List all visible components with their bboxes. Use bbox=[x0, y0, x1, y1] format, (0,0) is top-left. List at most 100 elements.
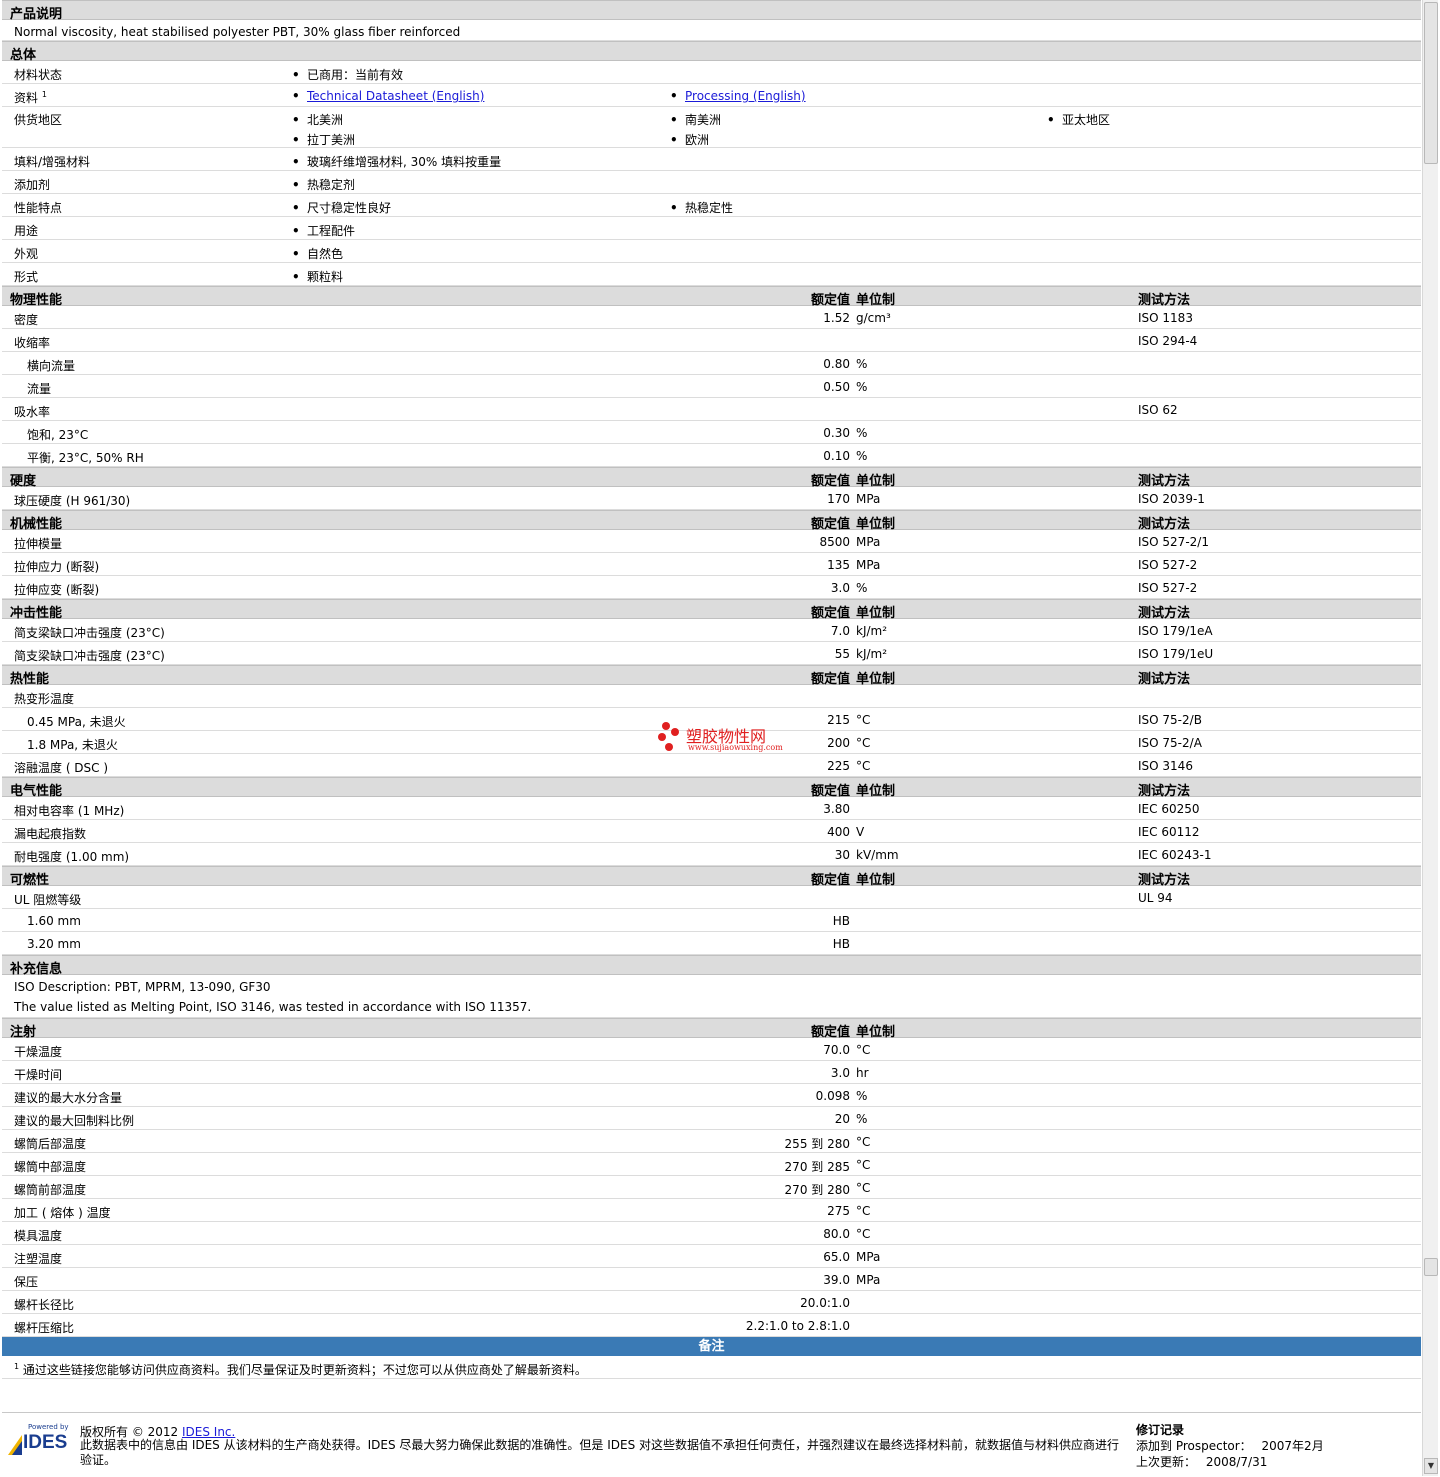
property-value: 3.0 bbox=[830, 581, 850, 595]
watermark-url: www.sujiaowuxing.com bbox=[688, 743, 783, 752]
watermark: 塑胶物性网 www.sujiaowuxing.com bbox=[656, 720, 796, 756]
processing-link[interactable]: Processing (English) bbox=[685, 89, 806, 103]
section-supplementary: 补充信息 bbox=[2, 955, 1421, 977]
ides-logo[interactable]: Powered by IDES bbox=[8, 1423, 72, 1463]
row-label: 资料 1 bbox=[14, 89, 47, 106]
features-row: 性能特点 尺寸稳定性良好 热稳定性 bbox=[2, 194, 1421, 217]
test-method: ISO 527-2 bbox=[1138, 558, 1198, 572]
property-row: 密度 1.52 g/cm³ ISO 1183 bbox=[2, 306, 1421, 329]
property-value: 0.098 bbox=[815, 1089, 850, 1103]
property-unit: MPa bbox=[856, 1250, 881, 1264]
property-value: 3.0 bbox=[830, 1066, 850, 1080]
scroll-down-arrow-icon[interactable]: ▼ bbox=[1424, 1458, 1438, 1474]
property-value: 400 bbox=[827, 825, 850, 839]
property-row: 注塑温度 65.0 MPa bbox=[2, 1245, 1421, 1268]
property-row: 球压硬度 (H 961/30) 170 MPa ISO 2039-1 bbox=[2, 487, 1421, 510]
property-unit: MPa bbox=[856, 492, 881, 506]
property-label: 简支梁缺口冲击强度 (23°C) bbox=[14, 649, 165, 663]
property-unit: kJ/m² bbox=[856, 647, 888, 661]
logo-text: IDES bbox=[23, 1432, 68, 1453]
property-row: 耐电强度 (1.00 mm) 30 kV/mm IEC 60243-1 bbox=[2, 843, 1421, 866]
row-label: 供货地区 bbox=[14, 113, 63, 127]
property-label: 吸水率 bbox=[14, 405, 51, 419]
test-method: IEC 60250 bbox=[1138, 802, 1200, 816]
test-method: ISO 3146 bbox=[1138, 759, 1193, 773]
scroll-thumb-lower[interactable] bbox=[1424, 1258, 1438, 1276]
property-label: 1.60 mm bbox=[27, 914, 81, 928]
feature-item: 尺寸稳定性良好 bbox=[292, 199, 391, 216]
docs-row: 资料 1 Technical Datasheet (English) Proce… bbox=[2, 84, 1421, 107]
test-method: ISO 294-4 bbox=[1138, 334, 1198, 348]
disclaimer: 此数据表中的信息由 IDES 从该材料的生产商处获得。IDES 尽最大努力确保此… bbox=[80, 1438, 1120, 1467]
property-value: 275 bbox=[827, 1204, 850, 1218]
property-label: 热变形温度 bbox=[14, 692, 75, 706]
property-row: 建议的最大水分含量 0.098% bbox=[2, 1084, 1421, 1107]
property-label: 拉伸应力 (断裂) bbox=[14, 560, 100, 574]
property-label: 螺筒前部温度 bbox=[14, 1183, 87, 1197]
property-value: 20 bbox=[834, 1112, 850, 1126]
property-label: 密度 bbox=[14, 313, 39, 327]
property-label: 0.45 MPa, 未退火 bbox=[27, 715, 126, 729]
section-general: 总体 bbox=[2, 41, 1421, 63]
property-label: 建议的最大回制料比例 bbox=[14, 1114, 135, 1128]
property-value: 30 bbox=[834, 848, 850, 862]
doc-item-processing: Processing (English) bbox=[670, 89, 806, 103]
row-label: 外观 bbox=[14, 247, 39, 261]
property-value: 0.50 bbox=[823, 380, 850, 394]
test-method: IEC 60243-1 bbox=[1138, 848, 1212, 862]
form-value: 颗粒料 bbox=[292, 268, 343, 285]
property-value: 0.30 bbox=[823, 426, 850, 440]
property-row: 横向流量 0.80% bbox=[2, 352, 1421, 375]
logo-powered-by: Powered by bbox=[28, 1423, 69, 1431]
row-label: 形式 bbox=[14, 270, 39, 284]
datasheet: 产品说明 Normal viscosity, heat stabilised p… bbox=[2, 0, 1421, 1379]
logo-triangle-icon bbox=[8, 1435, 22, 1455]
property-label: 拉伸应变 (断裂) bbox=[14, 583, 100, 597]
property-unit: MPa bbox=[856, 558, 881, 572]
section-flammability: 可燃性 额定值 单位制 测试方法 bbox=[2, 866, 1421, 888]
property-value: 255 到 280 bbox=[784, 1137, 850, 1151]
supplementary-info: ISO Description: PBT, MPRM, 13-090, GF30… bbox=[2, 975, 1421, 1018]
section-physical: 物理性能 额定值 单位制 测试方法 bbox=[2, 286, 1421, 308]
appearance-row: 外观 自然色 bbox=[2, 240, 1421, 263]
property-unit: % bbox=[856, 1089, 868, 1103]
property-row: 螺筒后部温度 255 到 280 °C bbox=[2, 1130, 1421, 1153]
footnote-marker: 1 bbox=[41, 90, 47, 99]
property-row: 流量 0.50% bbox=[2, 375, 1421, 398]
revision-added: 添加到 Prospector： 2007年2月 bbox=[1136, 1437, 1324, 1454]
property-label: 漏电起痕指数 bbox=[14, 827, 87, 841]
property-value: 1.52 bbox=[823, 311, 850, 325]
property-row: 干燥时间 3.0 hr bbox=[2, 1061, 1421, 1084]
uses-row: 用途 工程配件 bbox=[2, 217, 1421, 240]
property-row: 螺杆长径比 20.0:1.0 bbox=[2, 1291, 1421, 1314]
vertical-scrollbar[interactable]: ▼ bbox=[1422, 0, 1438, 1476]
property-unit: °C bbox=[856, 713, 871, 727]
property-value: 200 bbox=[827, 736, 850, 750]
revision-updated: 上次更新： 2008/7/31 bbox=[1136, 1453, 1267, 1470]
uses-value: 工程配件 bbox=[292, 222, 355, 239]
region-item: 北美洲 bbox=[292, 111, 343, 128]
property-unit: °C bbox=[856, 1227, 871, 1241]
property-label: 流量 bbox=[27, 382, 52, 396]
property-row: 吸水率 ISO 62 bbox=[2, 398, 1421, 421]
updated-date: 2008/7/31 bbox=[1205, 1455, 1268, 1469]
property-unit: °C bbox=[856, 1204, 871, 1218]
supplementary-line: ISO Description: PBT, MPRM, 13-090, GF30 bbox=[14, 980, 271, 994]
scroll-thumb[interactable] bbox=[1424, 2, 1438, 164]
ides-company-link[interactable]: IDES Inc. bbox=[182, 1425, 235, 1439]
property-unit: kJ/m² bbox=[856, 624, 888, 638]
technical-datasheet-link[interactable]: Technical Datasheet (English) bbox=[307, 89, 484, 103]
property-row: 简支梁缺口冲击强度 (23°C) 7.0 kJ/m² ISO 179/1eA bbox=[2, 619, 1421, 642]
property-label: 保压 bbox=[14, 1275, 39, 1289]
test-method: ISO 1183 bbox=[1138, 311, 1193, 325]
property-row: 螺筒中部温度 270 到 285 °C bbox=[2, 1153, 1421, 1176]
note-text: 1 通过这些链接您能够访问供应商资料。我们尽量保证及时更新资料；不过您可以从供应… bbox=[14, 1361, 587, 1378]
property-unit: °C bbox=[856, 1043, 871, 1057]
property-unit: °C bbox=[856, 736, 871, 750]
product-description-text: Normal viscosity, heat stabilised polyes… bbox=[14, 25, 461, 39]
property-label: 相对电容率 (1 MHz) bbox=[14, 804, 125, 818]
property-row: 模具温度 80.0 °C bbox=[2, 1222, 1421, 1245]
property-unit: hr bbox=[856, 1066, 869, 1080]
notes-header: 备注 bbox=[2, 1337, 1421, 1356]
product-description-row: Normal viscosity, heat stabilised polyes… bbox=[2, 20, 1421, 41]
